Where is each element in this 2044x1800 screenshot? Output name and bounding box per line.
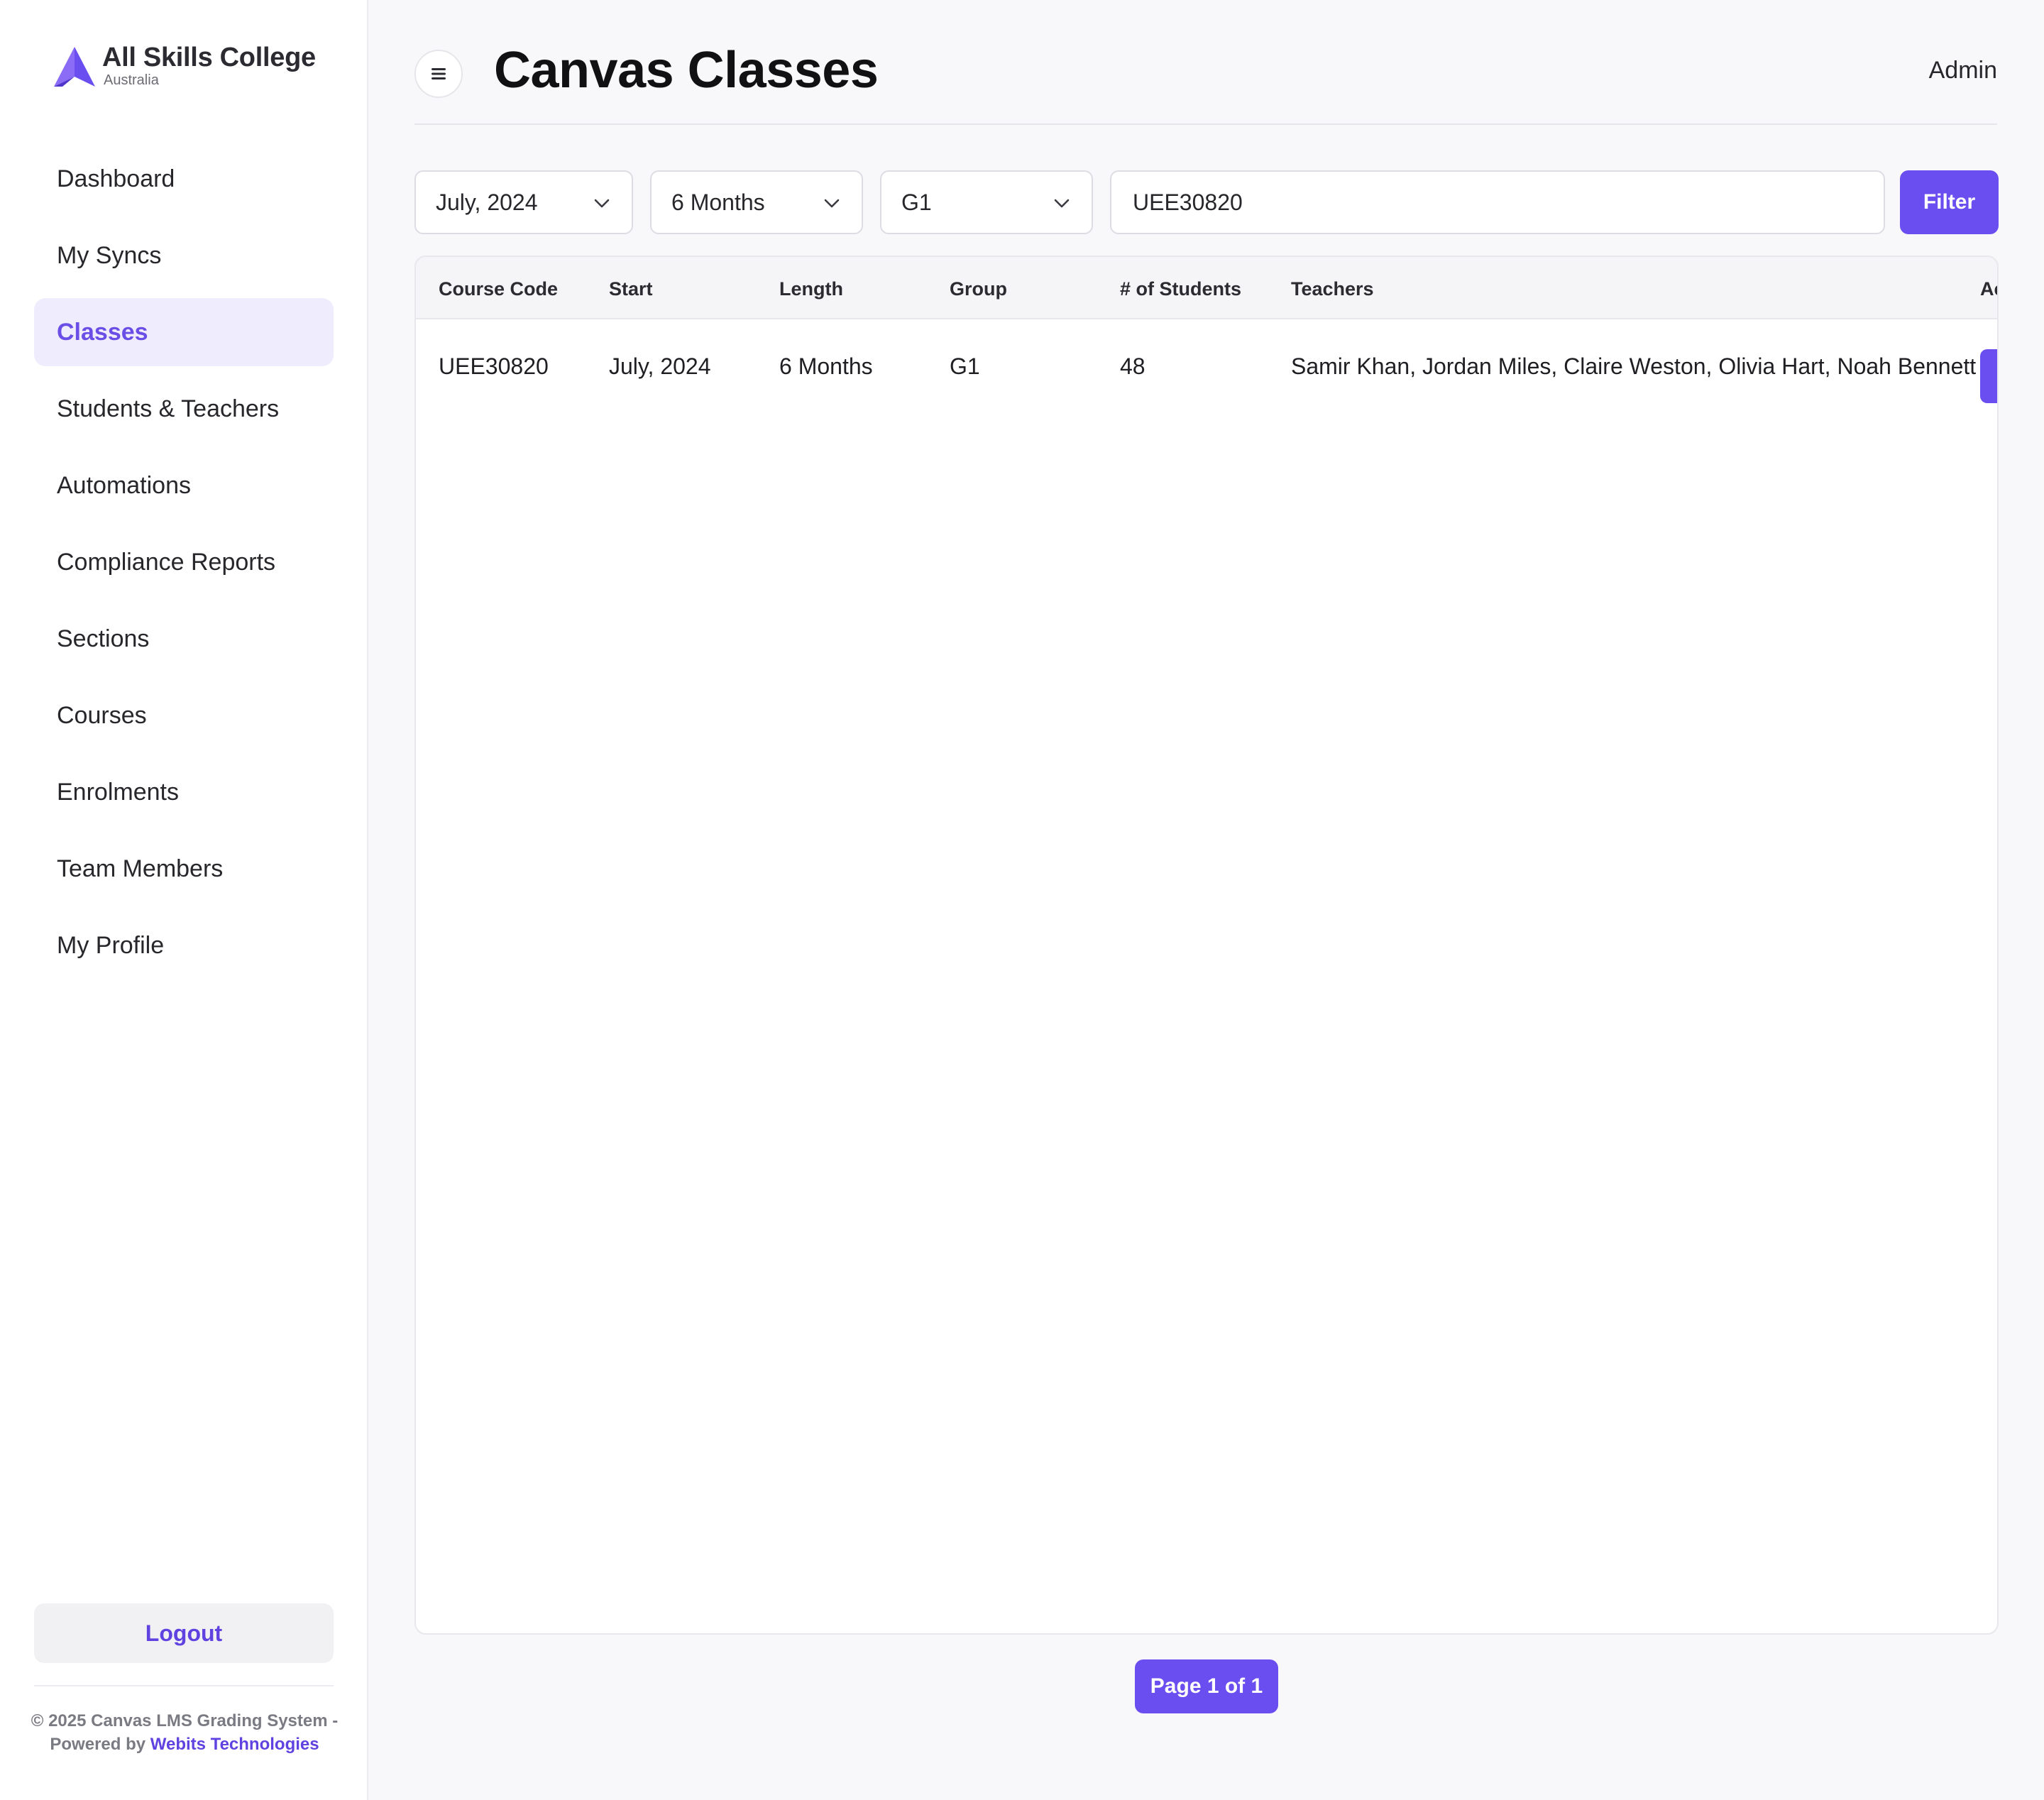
chevron-down-icon (1054, 199, 1070, 208)
app-root: All Skills College Australia Dashboard M… (0, 0, 2044, 1800)
brand-logo[interactable]: All Skills College Australia (53, 43, 316, 89)
column-header-actions: Ac (1980, 278, 1997, 300)
footer-link[interactable]: Webits Technologies (150, 1735, 319, 1754)
classes-table: Course Code Start Length Group # of Stud… (414, 256, 1999, 1635)
month-select[interactable]: July, 2024 (414, 170, 633, 234)
sidebar-item-sections[interactable]: Sections (34, 605, 334, 673)
table-row[interactable]: UEE30820 July, 2024 6 Months G1 48 Samir… (416, 319, 1997, 416)
sidebar-item-compliance-reports[interactable]: Compliance Reports (34, 528, 334, 596)
table-header-row: Course Code Start Length Group # of Stud… (416, 257, 1997, 319)
user-menu[interactable]: Admin (1929, 57, 1997, 84)
sidebar-item-students-teachers[interactable]: Students & Teachers (34, 375, 334, 443)
length-select[interactable]: 6 Months (650, 170, 863, 234)
cell-teachers: Samir Khan, Jordan Miles, Claire Weston,… (1291, 353, 1977, 379)
sidebar-item-courses[interactable]: Courses (34, 681, 334, 750)
cell-start: July, 2024 (609, 353, 711, 379)
course-code-search-input[interactable] (1110, 170, 1885, 234)
cell-course-code: UEE30820 (439, 353, 549, 379)
column-header-group[interactable]: Group (950, 278, 1007, 300)
sidebar-item-dashboard[interactable]: Dashboard (34, 145, 334, 213)
chevron-down-icon (824, 199, 840, 208)
row-action-button[interactable] (1980, 349, 1997, 403)
sidebar-item-my-syncs[interactable]: My Syncs (34, 221, 334, 290)
brand-name: All Skills College (102, 43, 316, 72)
pagination-indicator[interactable]: Page 1 of 1 (1135, 1659, 1278, 1713)
filter-button[interactable]: Filter (1900, 170, 1999, 234)
group-select[interactable]: G1 (880, 170, 1093, 234)
sidebar-item-team-members[interactable]: Team Members (34, 835, 334, 903)
column-header-teachers[interactable]: Teachers (1291, 278, 1374, 300)
sidebar: All Skills College Australia Dashboard M… (0, 0, 368, 1800)
brand-subtitle: Australia (104, 72, 159, 88)
month-select-value: July, 2024 (436, 189, 538, 215)
column-header-start[interactable]: Start (609, 278, 653, 300)
page-title: Canvas Classes (494, 42, 879, 99)
menu-toggle-button[interactable] (414, 50, 463, 98)
hamburger-icon (432, 68, 446, 79)
logo-icon (54, 47, 95, 87)
cell-length: 6 Months (779, 353, 873, 379)
cell-students: 48 (1120, 353, 1145, 379)
group-select-value: G1 (901, 189, 932, 215)
sidebar-nav: Dashboard My Syncs Classes Students & Te… (34, 145, 334, 988)
sidebar-divider (34, 1685, 334, 1686)
sidebar-item-my-profile[interactable]: My Profile (34, 911, 334, 979)
header-divider (414, 124, 1997, 125)
sidebar-footer: © 2025 Canvas LMS Grading System - Power… (28, 1709, 341, 1756)
sidebar-item-enrolments[interactable]: Enrolments (34, 758, 334, 826)
column-header-course-code[interactable]: Course Code (439, 278, 558, 300)
sidebar-item-automations[interactable]: Automations (34, 451, 334, 520)
column-header-length[interactable]: Length (779, 278, 843, 300)
cell-group: G1 (950, 353, 980, 379)
column-header-students[interactable]: # of Students (1120, 278, 1241, 300)
logout-button[interactable]: Logout (34, 1603, 334, 1663)
length-select-value: 6 Months (671, 189, 765, 215)
sidebar-item-classes[interactable]: Classes (34, 298, 334, 366)
chevron-down-icon (594, 199, 610, 208)
